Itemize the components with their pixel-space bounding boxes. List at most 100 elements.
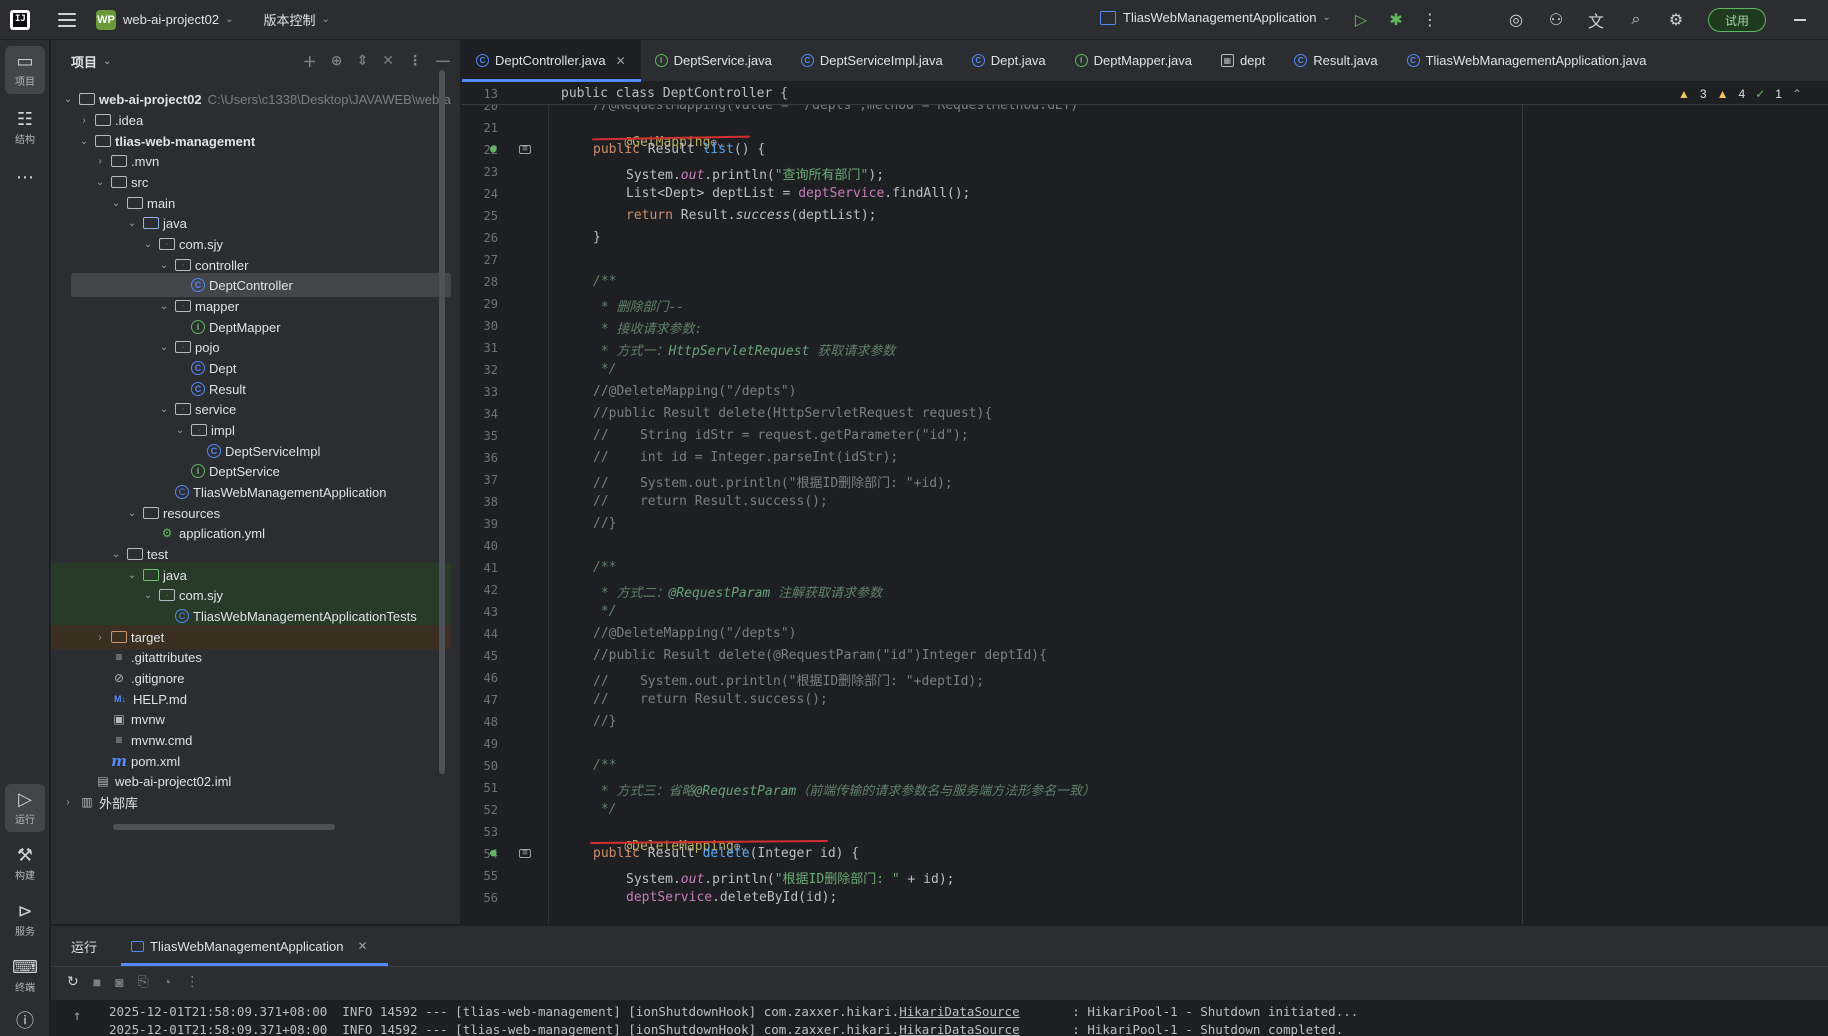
close-icon[interactable]: ✕	[616, 54, 626, 68]
more-options-icon[interactable]: ⋮	[185, 973, 199, 990]
chevron-down-icon[interactable]: ⌄	[225, 14, 233, 25]
chevron-down-icon[interactable]: ⌄	[157, 342, 171, 353]
locate-file-icon[interactable]: ⊕	[331, 52, 343, 72]
chevron-down-icon[interactable]: ⌄	[125, 508, 139, 519]
horizontal-scrollbar[interactable]	[113, 824, 335, 830]
terminal-tool-button[interactable]: ⌨ 终端	[5, 952, 45, 1000]
sticky-header[interactable]: 13 public class DeptController {	[462, 83, 1828, 105]
scroll-up-arrow-icon[interactable]: ↑	[73, 1008, 81, 1024]
minimize-icon[interactable]	[1794, 19, 1806, 21]
app-class-icon: C	[1406, 54, 1420, 67]
chevron-right-icon[interactable]: ›	[77, 115, 91, 126]
search-icon[interactable]: ⌕	[1626, 10, 1646, 30]
code-editor[interactable]: 13 public class DeptController { ▲ 3 ▲ 4 ✓…	[462, 83, 1828, 924]
chevron-right-icon[interactable]: ›	[93, 632, 107, 643]
class-icon: C	[800, 54, 814, 67]
debug-icon[interactable]: ✱	[1386, 10, 1406, 30]
info-icon: ⓘ	[16, 1011, 34, 1031]
chevron-down-icon[interactable]: ⌄	[157, 301, 171, 312]
request-mapping-gutter-icon[interactable]: ●	[490, 142, 497, 155]
build-tool-button[interactable]: ⚒ 构建	[5, 840, 45, 888]
project-badge[interactable]: WP	[96, 9, 116, 30]
settings-gear-icon[interactable]: ⚙	[1666, 10, 1686, 30]
account-icon[interactable]: ⚇	[1546, 10, 1566, 30]
chevron-down-icon[interactable]: ⌄	[103, 56, 111, 67]
code-line-31: * 方式一：HttpServletRequest 获取请求参数	[593, 344, 896, 359]
new-file-icon[interactable]: ＋	[303, 52, 317, 72]
chevron-down-icon[interactable]: ⌄	[157, 260, 171, 271]
tab-deptservice[interactable]: I DeptService.java	[641, 40, 787, 82]
tab-deptcontroller[interactable]: C DeptController.java ✕	[462, 39, 641, 82]
interface-icon: I	[191, 320, 205, 334]
chevron-right-icon[interactable]: ›	[93, 156, 107, 167]
run-tool-button[interactable]: ▷ 运行	[5, 784, 45, 832]
run-tab-application[interactable]: TliasWebManagementApplication ✕	[120, 926, 389, 966]
main-menu-icon[interactable]	[58, 12, 76, 27]
console-line: 2025-12-01T21:58:09.371+08:00 INFO 14592…	[109, 1022, 1344, 1036]
inspections-widget[interactable]: ▲ 3 ▲ 4 ✓ 1 ⌃	[1678, 83, 1802, 105]
folder-icon	[95, 114, 111, 126]
project-tool-button[interactable]: ▭ 项目	[5, 46, 45, 94]
http-client-gutter-icon[interactable]: ≡	[519, 849, 531, 858]
chevron-down-icon[interactable]: ⌄	[93, 177, 107, 188]
problems-tool-button[interactable]: ⓘ	[5, 1006, 45, 1036]
code-line-56: deptService.deleteById(id);	[626, 890, 838, 905]
weak-warning-icon: ▲	[1716, 87, 1729, 101]
expand-all-icon[interactable]: ⇕	[357, 52, 369, 72]
tab-application[interactable]: C TliasWebManagementApplication.java	[1393, 40, 1662, 82]
more-tools-button[interactable]: ⋯	[5, 162, 45, 192]
package-icon: ·	[159, 238, 175, 250]
services-tool-button[interactable]: ⊳ 服务	[5, 896, 45, 944]
run-configuration-selector[interactable]: TliasWebManagementApplication ⌄	[1100, 10, 1331, 25]
vertical-scrollbar[interactable]	[439, 70, 445, 774]
structure-tool-button[interactable]: ☷ 结构	[5, 104, 45, 152]
vcs-menu[interactable]: 版本控制	[264, 10, 316, 29]
screenshot-icon[interactable]: ◙	[115, 974, 123, 990]
code-line-24: List<Dept> deptList = deptService.findAl…	[626, 186, 971, 201]
run-icon[interactable]: ▷	[1351, 10, 1371, 30]
hide-panel-icon[interactable]: —	[436, 52, 450, 72]
close-icon[interactable]: ✕	[357, 939, 367, 953]
export-icon[interactable]: ⎘	[138, 973, 149, 990]
ignore-file-icon: ⊘	[113, 671, 125, 685]
translate-icon[interactable]: 文	[1586, 10, 1606, 31]
console-output[interactable]: ↑ 2025-12-01T21:58:09.371+08:00 INFO 145…	[51, 1000, 1828, 1036]
chevron-down-icon[interactable]: ⌄	[141, 590, 155, 601]
chevron-down-icon[interactable]: ⌄	[109, 549, 123, 560]
project-name[interactable]: web-ai-project02	[123, 12, 219, 27]
tab-result[interactable]: C Result.java	[1280, 40, 1392, 82]
tab-deptmapper[interactable]: I DeptMapper.java	[1061, 40, 1207, 82]
chevron-down-icon[interactable]: ⌄	[157, 404, 171, 415]
chevron-down-icon[interactable]: ⌄	[125, 218, 139, 229]
collapse-all-icon[interactable]: ✕	[382, 52, 394, 72]
profiler-icon[interactable]: ◔	[163, 974, 171, 990]
script-file-icon: ▣	[113, 712, 125, 726]
chevron-down-icon[interactable]: ⌄	[322, 14, 330, 25]
more-options-icon[interactable]: ⋮	[1420, 10, 1440, 30]
chevron-down-icon[interactable]: ⌄	[77, 136, 91, 147]
request-mapping-gutter-icon[interactable]: ●	[490, 846, 497, 859]
project-panel-toolbar: ＋ ⊕ ⇕ ✕ ⋮ —	[303, 52, 450, 72]
trial-button[interactable]: 试用	[1708, 8, 1766, 32]
options-icon[interactable]: ⋮	[408, 52, 422, 72]
http-client-gutter-icon[interactable]: ≡	[519, 145, 531, 154]
tool-window-strip: ▭ 项目 ☷ 结构 ⋯ ▷ 运行 ⚒ 构建 ⊳ 服务 ⌨ 终端 ⓘ	[0, 40, 50, 1036]
rerun-icon[interactable]: ↻	[67, 973, 79, 990]
chevron-down-icon[interactable]: ⌄	[125, 570, 139, 581]
chevron-down-icon[interactable]: ⌄	[61, 94, 75, 105]
tab-dept-table[interactable]: ▦ dept	[1207, 40, 1280, 82]
chevron-up-icon[interactable]: ⌃	[1792, 87, 1802, 101]
run-panel-title: 运行	[71, 939, 98, 955]
code-line-25: return Result.success(deptList);	[626, 208, 877, 223]
tree-item-external-libraries[interactable]: › ▥ 外部库	[51, 790, 451, 814]
chevron-down-icon[interactable]: ⌄	[109, 198, 123, 209]
chevron-down-icon[interactable]: ⌄	[173, 425, 187, 436]
ai-assistant-icon[interactable]: ◎	[1506, 10, 1526, 30]
right-margin-guide	[1522, 83, 1523, 924]
chevron-down-icon[interactable]: ⌄	[141, 239, 155, 250]
project-panel-title[interactable]: 项目	[71, 52, 97, 71]
tab-dept[interactable]: C Dept.java	[958, 40, 1061, 82]
chevron-right-icon[interactable]: ›	[61, 797, 75, 808]
tab-deptserviceimpl[interactable]: C DeptServiceImpl.java	[787, 40, 958, 82]
stop-icon[interactable]: ■	[93, 974, 101, 990]
